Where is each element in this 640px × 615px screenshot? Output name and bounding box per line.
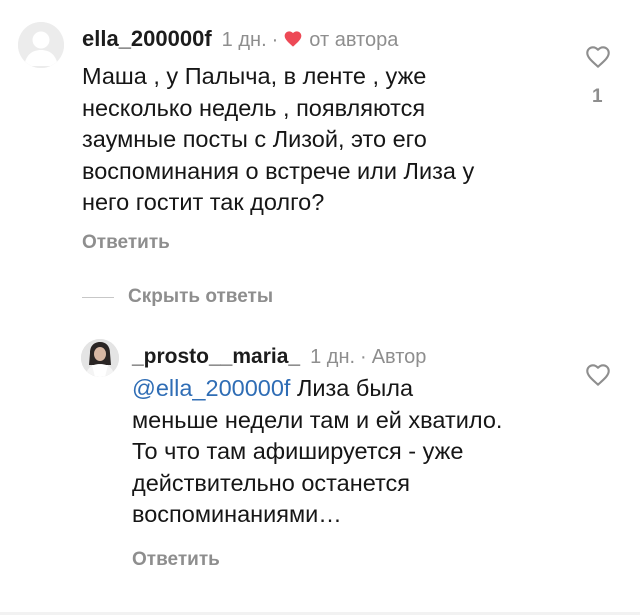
profile-photo-avatar [81,339,119,377]
reply-username[interactable]: _prosto__maria_ [132,345,300,369]
reply-text: @ella_200000f Лиза была меньше недели та… [132,373,562,531]
meta-separator: · [271,29,279,51]
comment-like-count[interactable]: 1 [592,86,603,108]
comment-like-button[interactable] [584,43,612,71]
mention-link[interactable]: @ella_200000f [132,375,290,401]
meta-separator: · [360,346,367,368]
author-like-label: от автора [309,29,399,51]
reply-time: 1 дн. [310,346,356,368]
thread-line [82,296,114,298]
comment-text: Маша , у Палыча, в ленте , уже несколько… [82,63,475,215]
reply-meta: _prosto__maria_ 1 дн. · Автор [132,345,426,369]
default-avatar-icon [18,22,64,68]
hide-replies-label: Скрыть ответы [128,286,274,307]
comment-username[interactable]: ella_200000f [82,26,212,52]
comment-meta: ella_200000f 1 дн. · от автора [82,26,398,52]
comment-reply-button[interactable]: Ответить [82,232,170,254]
reply-like-button[interactable] [584,361,612,389]
hide-replies-toggle[interactable]: Скрыть ответы [82,286,273,308]
author-badge: Автор [371,346,427,368]
heart-outline-icon [586,46,610,68]
heart-outline-icon [586,364,610,386]
avatar-default-icon[interactable] [18,22,64,68]
author-like-heart-icon [283,29,303,49]
comment-time: 1 дн. [221,29,267,51]
reply-avatar[interactable] [81,339,119,377]
reply-reply-button[interactable]: Ответить [132,549,220,571]
